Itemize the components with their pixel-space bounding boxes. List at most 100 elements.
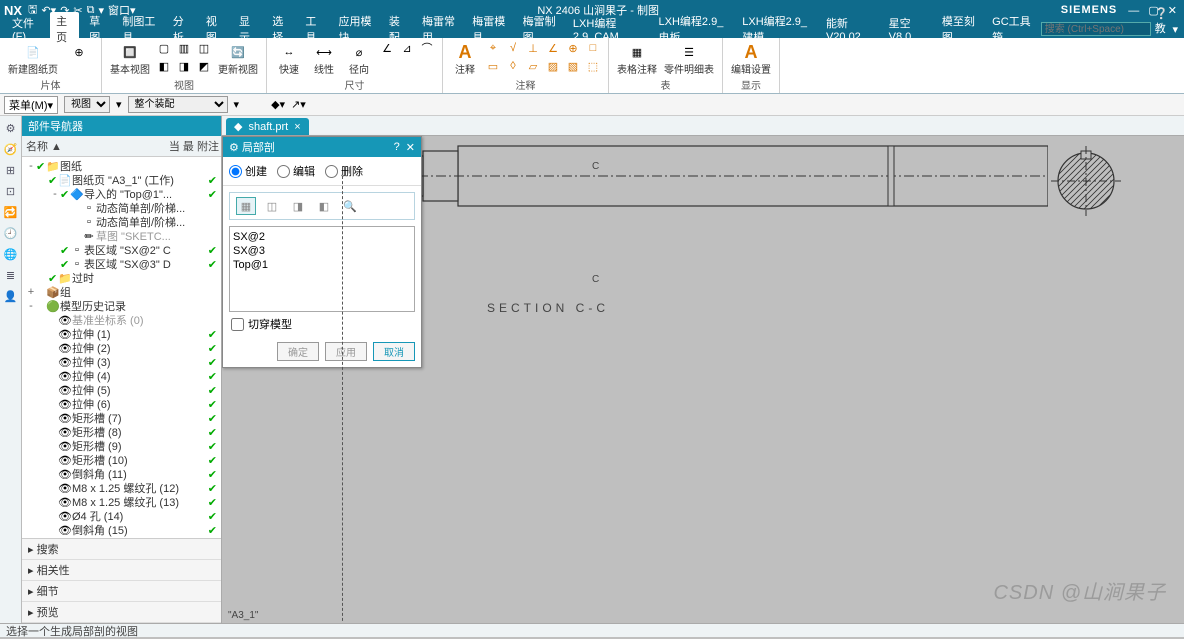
annot-icon-7[interactable]: ▭ <box>484 58 502 74</box>
ribbon-collapse-icon[interactable]: ▾ <box>1172 23 1178 36</box>
filter-icon-1[interactable]: ▾ <box>116 98 122 111</box>
tree-node[interactable]: -✔🔷导入的 "Top@1"...✔ <box>22 187 221 201</box>
tab-nengxin[interactable]: 能新 V20.02 <box>820 14 879 44</box>
cut-through-checkbox[interactable] <box>231 318 244 331</box>
update-view-button[interactable]: 🔄更新视图 <box>216 40 260 76</box>
filter-icon-2[interactable]: ▾ <box>234 98 240 111</box>
tree-node[interactable]: 👁M8 x 1.25 螺纹孔 (13)✔ <box>22 495 221 509</box>
tree-node[interactable]: 👁拉伸 (6)✔ <box>22 397 221 411</box>
note-button[interactable]: A注释 <box>449 40 481 76</box>
view-icon-6[interactable]: ◩ <box>195 58 213 74</box>
tree-node[interactable]: 👁拉伸 (1)✔ <box>22 327 221 341</box>
tree-node[interactable]: 👁拉伸 (2)✔ <box>22 341 221 355</box>
filter-scope[interactable]: 整个装配 <box>128 96 228 113</box>
tree-node[interactable]: 👁倒斜角 (11)✔ <box>22 467 221 481</box>
dim-icon-2[interactable]: ⊿ <box>398 40 416 56</box>
view-icon-3[interactable]: ◫ <box>195 40 213 56</box>
view-icon-2[interactable]: ▥ <box>175 40 193 56</box>
table-note-button[interactable]: ▦表格注释 <box>615 40 659 76</box>
tree-node[interactable]: 👁基准坐标系 (0) <box>22 313 221 327</box>
rapid-dim-button[interactable]: ↔快速 <box>273 40 305 76</box>
col-attach[interactable]: 当 最 附注 <box>161 136 221 156</box>
list-item[interactable]: Top@1 <box>233 258 411 272</box>
annot-icon-9[interactable]: ▱ <box>524 58 542 74</box>
browser-icon[interactable]: 🌐 <box>4 248 18 261</box>
edit-settings-button[interactable]: A编辑设置 <box>729 40 773 76</box>
annot-icon-1[interactable]: ⌖ <box>484 40 502 56</box>
navigator-icon[interactable]: 🧭 <box>4 143 18 156</box>
dim-icon-3[interactable]: ⌒ <box>418 40 436 56</box>
annot-icon-5[interactable]: ⊕ <box>564 40 582 56</box>
view-icon-1[interactable]: ▢ <box>155 40 173 56</box>
tree-node[interactable]: ▫动态简单剖/阶梯... <box>22 201 221 215</box>
graphics-window[interactable]: ◆ shaft.prt × ⚙ 局部剖 ? ✕ 创建 编辑 删除 ▦ ◫ <box>222 116 1184 623</box>
search-input[interactable] <box>1041 22 1151 36</box>
gear-icon[interactable]: ⚙ <box>6 122 16 135</box>
assembly-nav-icon[interactable]: ⊞ <box>6 164 15 177</box>
filter-type[interactable]: 视图 <box>64 96 110 113</box>
step-extrude-icon[interactable]: ◨ <box>288 197 308 215</box>
dialog-close-icon[interactable]: ✕ <box>406 141 415 154</box>
tree-node[interactable]: 👁M8 x 1.25 螺纹孔 (12)✔ <box>22 481 221 495</box>
annot-icon-6[interactable]: □ <box>584 40 602 56</box>
tree-node[interactable]: ✔📁过时 <box>22 271 221 285</box>
tree-node[interactable]: ✔▫表区域 "SX@3" D✔ <box>22 257 221 271</box>
tree-node[interactable]: 👁倒斜角 (15)✔ <box>22 523 221 537</box>
annot-icon-2[interactable]: √ <box>504 40 522 56</box>
navigator-tree[interactable]: -✔📁图纸 ✔📄图纸页 "A3_1" (工作)✔-✔🔷导入的 "Top@1"..… <box>22 157 221 538</box>
tab-mozhi[interactable]: 模至刻图 <box>936 12 982 46</box>
tree-node[interactable]: -✔📁图纸 <box>22 159 221 173</box>
tab-xingkong[interactable]: 星空 V8.0 <box>883 14 932 44</box>
help-link[interactable]: ❔ 教程 <box>1155 7 1169 52</box>
tree-node[interactable]: +📦组 <box>22 285 221 299</box>
dialog-help-icon[interactable]: ? <box>394 141 400 153</box>
step-curve-icon[interactable]: ◧ <box>314 197 334 215</box>
tree-node[interactable]: 👁矩形槽 (8)✔ <box>22 425 221 439</box>
list-item[interactable]: SX@2 <box>233 230 411 244</box>
linear-dim-button[interactable]: ⟷线性 <box>308 40 340 76</box>
acc-dependency[interactable]: ▸ 相关性 <box>22 560 221 581</box>
tree-node[interactable]: 👁拉伸 (5)✔ <box>22 383 221 397</box>
tree-node[interactable]: ✔📄图纸页 "A3_1" (工作)✔ <box>22 173 221 187</box>
tree-node[interactable]: ▫动态简单剖/阶梯... <box>22 215 221 229</box>
history-icon[interactable]: 🕘 <box>4 227 18 240</box>
step-select-view-icon[interactable]: ▦ <box>236 197 256 215</box>
tree-node[interactable]: -🟢模型历史记录 <box>22 299 221 313</box>
tab-gc-toolbox[interactable]: GC工具箱 <box>986 12 1037 46</box>
tab-close-icon[interactable]: × <box>294 121 300 133</box>
step-modify-icon[interactable]: 🔍 <box>340 197 360 215</box>
tab-shaft[interactable]: ◆ shaft.prt × <box>226 118 309 135</box>
radio-create[interactable]: 创建 <box>229 163 267 179</box>
constraint-icon[interactable]: ⊡ <box>6 185 15 198</box>
tree-node[interactable]: 👁矩形槽 (10)✔ <box>22 453 221 467</box>
annot-icon-4[interactable]: ∠ <box>544 40 562 56</box>
step-base-point-icon[interactable]: ◫ <box>262 197 282 215</box>
sel-icon-2[interactable]: ↗▾ <box>291 98 306 111</box>
radio-delete[interactable]: 删除 <box>325 163 363 179</box>
annot-icon-10[interactable]: ▨ <box>544 58 562 74</box>
tree-node[interactable]: ✔▫表区域 "SX@2" C✔ <box>22 243 221 257</box>
acc-search[interactable]: ▸ 搜索 <box>22 539 221 560</box>
radio-edit[interactable]: 编辑 <box>277 163 315 179</box>
new-sheet-button[interactable]: 📄新建图纸页 <box>6 40 60 76</box>
layers-icon[interactable]: ≣ <box>6 269 15 282</box>
reuse-icon[interactable]: 🔁 <box>4 206 18 219</box>
view-icon-4[interactable]: ◧ <box>155 58 173 74</box>
acc-preview[interactable]: ▸ 预览 <box>22 602 221 623</box>
apply-button[interactable]: 应用 <box>325 342 367 361</box>
view-icon-5[interactable]: ◨ <box>175 58 193 74</box>
tree-node[interactable]: 👁拉伸 (4)✔ <box>22 369 221 383</box>
annot-icon-12[interactable]: ⬚ <box>584 58 602 74</box>
sheet-more-button[interactable]: ⊕ <box>63 40 95 65</box>
dialog-header[interactable]: ⚙ 局部剖 ? ✕ <box>223 137 421 157</box>
tree-node[interactable]: 👁拉伸 (3)✔ <box>22 355 221 369</box>
tree-node[interactable]: 👁矩形槽 (9)✔ <box>22 439 221 453</box>
sel-icon-1[interactable]: ◆▾ <box>271 98 285 111</box>
tree-node[interactable]: ✏草图 "SKETC... <box>22 229 221 243</box>
dialog-view-list[interactable]: SX@2 SX@3 Top@1 <box>229 226 415 312</box>
col-name[interactable]: 名称 ▲ <box>22 136 161 156</box>
tree-node[interactable]: 👁Ø4 孔 (14)✔ <box>22 509 221 523</box>
roles-icon[interactable]: 👤 <box>4 290 18 303</box>
annot-icon-11[interactable]: ▧ <box>564 58 582 74</box>
list-item[interactable]: SX@3 <box>233 244 411 258</box>
